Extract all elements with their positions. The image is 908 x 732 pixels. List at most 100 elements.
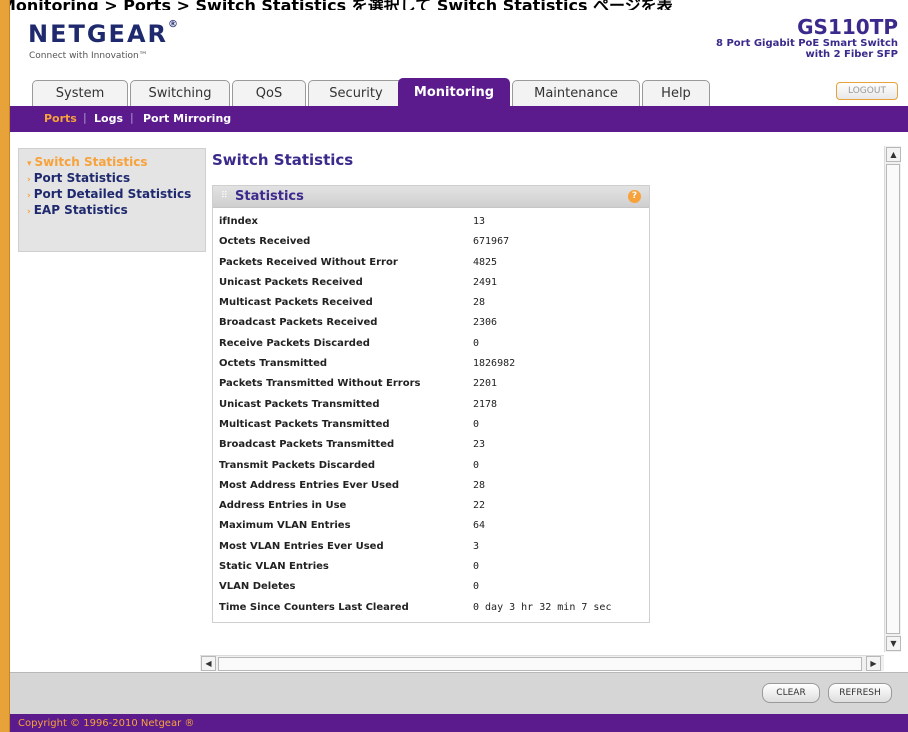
tab-maintenance[interactable]: Maintenance: [512, 80, 640, 106]
stat-label: ifIndex: [219, 216, 259, 227]
table-row: Multicast Packets Transmitted 0: [219, 417, 643, 437]
stat-label: Multicast Packets Received: [219, 297, 373, 309]
footer: Copyright © 1996-2010 Netgear ®: [10, 714, 908, 732]
stat-label: Broadcast Packets Transmitted: [219, 439, 395, 451]
stat-label: Most Address Entries Ever Used: [219, 479, 400, 491]
subnav-ports[interactable]: Ports: [44, 112, 77, 125]
tab-monitoring[interactable]: Monitoring: [398, 78, 510, 106]
brand-mark: ®: [168, 19, 180, 30]
stat-label: Packets Received Without Error: [219, 256, 398, 268]
grip-icon: ⠿: [221, 191, 228, 201]
subnav-logs[interactable]: Logs: [94, 112, 123, 125]
stat-value: 22: [473, 500, 486, 512]
stat-label: Octets Received: [219, 236, 311, 248]
tab-system[interactable]: System: [32, 80, 128, 106]
stat-label: Unicast Packets Received: [219, 276, 363, 288]
stat-value: 2306: [473, 317, 498, 329]
scroll-down-icon[interactable]: ▼: [886, 636, 901, 651]
table-row: Octets Received 671967: [219, 234, 643, 254]
table-row: Broadcast Packets Transmitted 23: [219, 437, 643, 457]
horizontal-scroll-thumb[interactable]: [218, 657, 862, 671]
stat-label: Transmit Packets Discarded: [219, 459, 376, 471]
page-title: Switch Statistics: [212, 151, 354, 169]
chevron-right-icon: ›: [27, 207, 31, 217]
model-name: GS110TP: [797, 15, 898, 39]
chevron-right-icon: ›: [27, 175, 31, 185]
tab-help[interactable]: Help: [642, 80, 710, 106]
stat-label: VLAN Deletes: [219, 581, 296, 593]
table-row: Octets Transmitted 1826982: [219, 356, 643, 376]
action-bar: CLEAR REFRESH: [10, 672, 908, 714]
stat-value: 0 day 3 hr 32 min 7 sec: [473, 601, 612, 613]
model-description-line1: 8 Port Gigabit PoE Smart Switch: [716, 38, 898, 49]
scroll-up-icon[interactable]: ▲: [886, 147, 901, 162]
table-row: Most VLAN Entries Ever Used 3: [219, 539, 643, 559]
table-row: Unicast Packets Transmitted 2178: [219, 397, 643, 417]
stat-label: Static VLAN Entries: [219, 561, 329, 573]
clear-button[interactable]: CLEAR: [762, 683, 820, 703]
stat-value: 0: [473, 337, 480, 349]
netgear-admin-window: Monitoring > Ports > Switch Statistics を…: [0, 0, 908, 732]
menu-item-switch-statistics[interactable]: ▾ Switch Statistics: [27, 155, 205, 171]
menu-item-label: Port Statistics: [33, 171, 131, 185]
stat-value: 2201: [473, 378, 498, 390]
table-row: Multicast Packets Received 28: [219, 295, 643, 315]
tab-qos[interactable]: QoS: [232, 80, 306, 106]
subnav-separator: |: [130, 111, 134, 124]
stat-value: 1826982: [473, 358, 516, 370]
brand-name: NETGEAR: [28, 20, 168, 48]
model-description-line2: with 2 Fiber SFP: [805, 49, 898, 60]
stat-label: Receive Packets Discarded: [219, 337, 370, 349]
subnav-separator: |: [83, 111, 87, 124]
stat-value: 4825: [473, 256, 498, 268]
stat-label: Time Since Counters Last Cleared: [219, 601, 409, 613]
menu-item-label: Switch Statistics: [34, 155, 148, 169]
help-icon[interactable]: ?: [628, 190, 641, 203]
stat-value: 13: [473, 216, 486, 227]
page-caption: Monitoring > Ports > Switch Statistics を…: [0, 0, 673, 10]
stat-value: 0: [473, 561, 480, 573]
table-row: Maximum VLAN Entries 64: [219, 518, 643, 538]
stat-value: 0: [473, 418, 480, 430]
stat-label: Octets Transmitted: [219, 358, 328, 370]
table-row: ifIndex 13: [219, 214, 643, 234]
stat-value: 0: [473, 459, 480, 471]
table-row: Transmit Packets Discarded 0: [219, 458, 643, 478]
main-tabs: System Switching QoS Security Monitoring…: [10, 74, 908, 106]
tab-security[interactable]: Security: [308, 80, 404, 106]
chevron-down-icon: ▾: [27, 159, 32, 169]
menu-item-eap-statistics[interactable]: › EAP Statistics: [27, 203, 205, 219]
vertical-scroll-thumb[interactable]: [886, 164, 900, 634]
menu-item-label: EAP Statistics: [33, 203, 128, 217]
subnav-port-mirroring[interactable]: Port Mirroring: [143, 112, 231, 125]
table-row: Packets Received Without Error 4825: [219, 255, 643, 275]
stat-label: Maximum VLAN Entries: [219, 520, 351, 532]
stat-value: 64: [473, 520, 486, 532]
stat-label: Unicast Packets Transmitted: [219, 398, 380, 410]
table-row: Unicast Packets Received 2491: [219, 275, 643, 295]
menu-item-port-detailed-statistics[interactable]: › Port Detailed Statistics: [27, 187, 205, 203]
refresh-button[interactable]: REFRESH: [828, 683, 892, 703]
statistics-table: ifIndex 13 Octets Received 671967 Packets Re…: [219, 214, 643, 620]
table-row: Most Address Entries Ever Used 28: [219, 478, 643, 498]
stat-value: 2491: [473, 276, 498, 288]
stat-label: Multicast Packets Transmitted: [219, 418, 390, 430]
menu-item-port-statistics[interactable]: › Port Statistics: [27, 171, 205, 187]
stat-label: Packets Transmitted Without Errors: [219, 378, 421, 390]
logout-button[interactable]: LOGOUT: [836, 82, 898, 100]
table-row: Time Since Counters Last Cleared 0 day 3 …: [219, 600, 643, 620]
scroll-right-icon[interactable]: ▶: [866, 656, 881, 671]
main-content: ▾ Switch Statistics › Port Statistics › Por…: [10, 132, 884, 653]
stat-value: 28: [473, 297, 486, 309]
horizontal-scrollbar[interactable]: ◀ ▶: [200, 655, 884, 671]
tab-switching[interactable]: Switching: [130, 80, 230, 106]
stat-value: 671967: [473, 236, 510, 248]
stat-value: 0: [473, 581, 480, 593]
vertical-scrollbar[interactable]: ▲ ▼: [884, 146, 901, 652]
table-row: Receive Packets Discarded 0: [219, 336, 643, 356]
left-menu: ▾ Switch Statistics › Port Statistics › Por…: [18, 148, 206, 252]
model-info: GS110TP 8 Port Gigabit PoE Smart Switch …: [716, 16, 898, 60]
scroll-left-icon[interactable]: ◀: [201, 656, 216, 671]
window-border: [0, 0, 10, 732]
stat-value: 2178: [473, 398, 498, 410]
